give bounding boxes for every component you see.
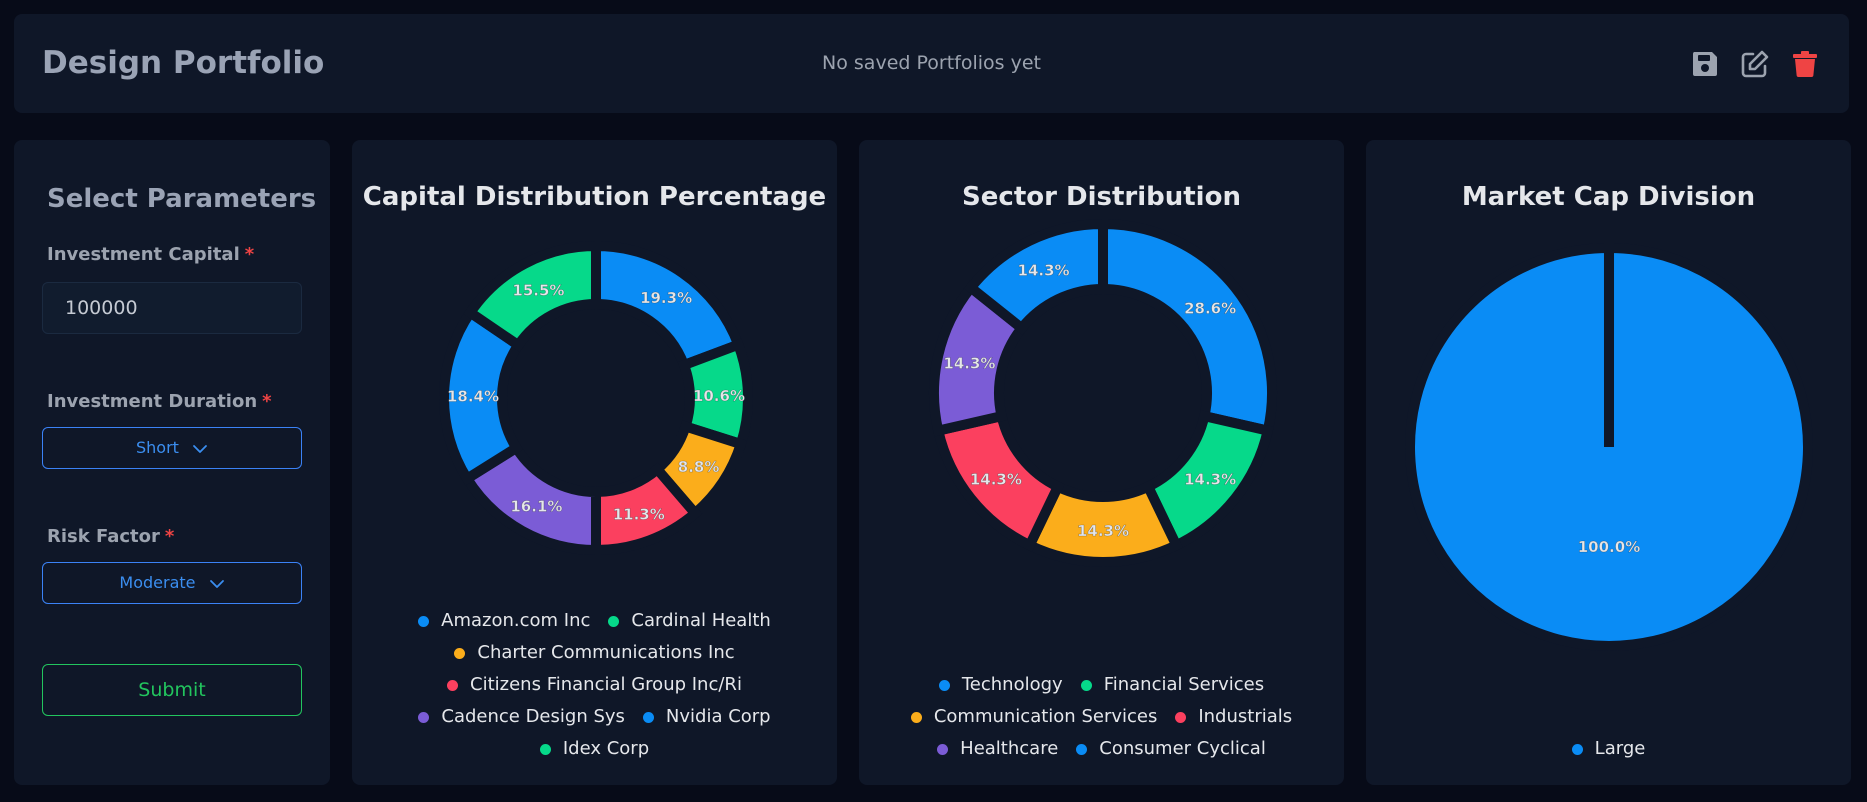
slice-data-label: 14.3% — [970, 470, 1022, 488]
market-cap-chart: 100.0% — [1405, 242, 1813, 651]
header-bar: Design Portfolio No saved Portfolios yet — [14, 14, 1849, 113]
slice-data-label: 14.3% — [1018, 262, 1070, 280]
required-mark: * — [244, 244, 255, 265]
legend-label: Technology — [961, 674, 1063, 695]
required-mark: * — [164, 526, 175, 547]
legend-item[interactable]: Amazon.com Inc — [418, 605, 590, 637]
slice-data-label: 18.4% — [447, 388, 499, 406]
legend-item[interactable]: Large — [1571, 733, 1646, 765]
legend-label: Cadence Design Sys — [441, 706, 625, 727]
legend-label: Citizens Financial Group Inc/Ri — [470, 674, 742, 695]
save-icon[interactable] — [1689, 48, 1721, 80]
legend-item[interactable]: Charter Communications Inc — [454, 637, 735, 669]
trash-icon[interactable] — [1789, 48, 1821, 80]
risk-factor-label: Risk Factor * — [47, 526, 174, 547]
legend-swatch — [1571, 743, 1583, 755]
investment-duration-label-text: Investment Duration — [47, 391, 258, 412]
legend-label: Consumer Cyclical — [1099, 738, 1266, 759]
legend-label: Cardinal Health — [631, 610, 771, 631]
legend-swatch — [938, 679, 950, 691]
header-actions — [1689, 48, 1821, 80]
legend-swatch — [910, 711, 922, 723]
legend-item[interactable]: Nvidia Corp — [642, 701, 771, 733]
legend-label: Charter Communications Inc — [477, 642, 735, 663]
sector-distribution-panel: Sector Distribution 28.6% 14.3% 14.3% 14.3%… — [859, 140, 1344, 785]
risk-factor-value: Moderate — [119, 573, 196, 592]
legend-label: Healthcare — [960, 738, 1059, 759]
slice-data-label: 14.3% — [943, 355, 995, 373]
legend-item[interactable]: Healthcare — [937, 733, 1058, 765]
investment-capital-label: Investment Capital * — [47, 244, 254, 265]
legend-item[interactable]: Financial Services — [1080, 669, 1265, 701]
legend-label: Financial Services — [1103, 674, 1265, 695]
slice-data-label: 11.3% — [613, 505, 665, 523]
legend-swatch — [1080, 679, 1092, 691]
legend-item[interactable]: Citizens Financial Group Inc/Ri — [447, 669, 742, 701]
slice-data-label: 16.1% — [510, 498, 562, 516]
chevron-down-icon — [209, 579, 224, 588]
legend-item[interactable]: Communication Services — [910, 701, 1158, 733]
legend-swatch — [642, 711, 654, 723]
slice-data-label: 28.6% — [1184, 300, 1236, 318]
legend-swatch — [1175, 711, 1187, 723]
legend-label: Idex Corp — [562, 738, 650, 759]
legend-swatch — [418, 711, 430, 723]
chart-legend: Large — [1376, 733, 1841, 765]
legend-item[interactable]: Idex Corp — [539, 733, 650, 765]
investment-capital-input[interactable] — [42, 282, 302, 334]
legend-item[interactable]: Industrials — [1175, 701, 1292, 733]
investment-duration-label: Investment Duration * — [47, 391, 272, 412]
legend-label: Amazon.com Inc — [441, 610, 591, 631]
legend-swatch — [539, 743, 551, 755]
legend-label: Industrials — [1198, 706, 1293, 727]
capital-distribution-panel: Capital Distribution Percentage 19.3% 10.… — [352, 140, 837, 785]
investment-capital-label-text: Investment Capital — [47, 244, 240, 265]
saved-portfolios-status: No saved Portfolios yet — [822, 52, 1041, 74]
parameters-title: Select Parameters — [47, 184, 317, 214]
slice-data-label: 14.3% — [1184, 470, 1236, 488]
risk-factor-select[interactable]: Moderate — [42, 562, 302, 604]
legend-item[interactable]: Consumer Cyclical — [1076, 733, 1266, 765]
legend-item[interactable]: Cadence Design Sys — [418, 701, 625, 733]
chart-legend: Amazon.com Inc Cardinal Health Charter Com… — [362, 605, 827, 765]
legend-swatch — [418, 615, 430, 627]
legend-item[interactable]: Cardinal Health — [608, 605, 771, 637]
market-cap-panel: Market Cap Division 100.0% Large — [1366, 140, 1851, 785]
chart-legend: Technology Financial Services Communicatio… — [869, 669, 1334, 765]
legend-label: Large — [1594, 738, 1646, 759]
slice-data-label: 8.8% — [678, 458, 720, 476]
legend-label: Communication Services — [933, 706, 1158, 727]
slice-data-label: 100.0% — [1578, 538, 1640, 556]
slice-data-label: 19.3% — [640, 289, 692, 307]
edit-icon[interactable] — [1739, 48, 1771, 80]
chevron-down-icon — [193, 444, 207, 453]
legend-item[interactable]: Technology — [938, 669, 1063, 701]
legend-swatch — [608, 615, 620, 627]
slice-data-label: 14.3% — [1077, 522, 1129, 540]
required-mark: * — [262, 391, 272, 412]
legend-swatch — [454, 647, 466, 659]
submit-button[interactable]: Submit — [42, 664, 302, 716]
pie-slice[interactable] — [1098, 218, 1277, 437]
risk-factor-label-text: Risk Factor — [47, 526, 160, 547]
slice-data-label: 10.6% — [693, 387, 745, 405]
legend-swatch — [447, 679, 459, 691]
legend-swatch — [937, 743, 949, 755]
investment-duration-value: Short — [135, 438, 179, 457]
investment-duration-select[interactable]: Short — [42, 427, 302, 469]
slice-data-label: 15.5% — [512, 281, 564, 299]
parameters-panel: Select Parameters Investment Capital* In… — [14, 140, 330, 785]
legend-swatch — [1076, 743, 1088, 755]
legend-label: Nvidia Corp — [665, 706, 771, 727]
